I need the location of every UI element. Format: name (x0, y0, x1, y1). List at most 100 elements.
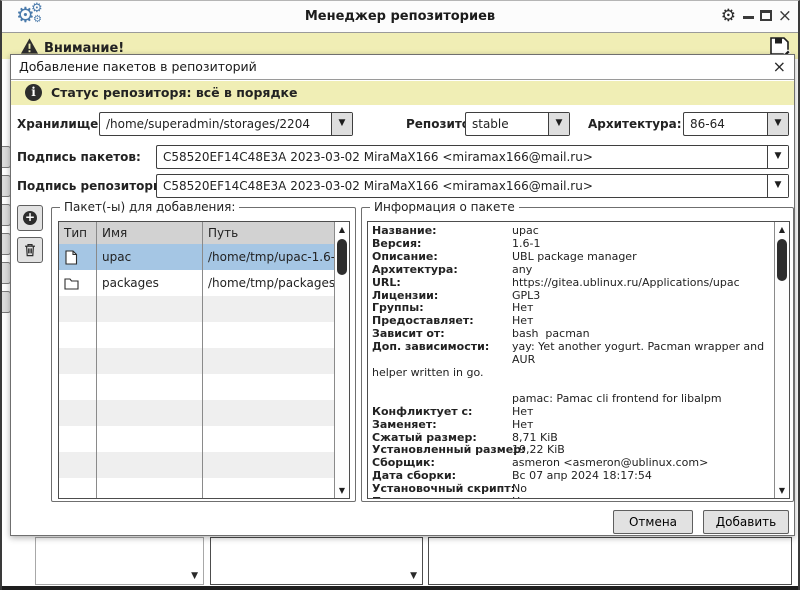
info-value: https://gitea.ublinux.ru/Applications/up… (512, 277, 740, 290)
info-label: Описание: (372, 251, 512, 264)
repository-manager-window: ⚙ ⚙ ⚙ Менеджер репозиториев ⚙ × Внимание… (0, 0, 800, 590)
background-box-right (428, 537, 792, 585)
packages-legend: Пакет(-ы) для добавления: (60, 200, 239, 214)
package-name: packages (97, 270, 203, 296)
plus-icon: + (23, 211, 37, 225)
folder-icon (64, 277, 79, 290)
scroll-down-icon[interactable]: ▼ (775, 483, 789, 498)
folder-icon (59, 270, 97, 296)
info-value: UBL package manager (512, 251, 637, 264)
info-row: helper written in go. (372, 367, 769, 380)
window-title: Менеджер репозиториев (2, 1, 798, 33)
architecture-label: Архитектура: (588, 112, 682, 136)
window-close-button[interactable]: × (778, 1, 792, 33)
status-banner: i Статус репозиторя: всё в порядке (11, 81, 794, 105)
info-label: Заменяет: (372, 419, 512, 432)
cancel-button[interactable]: Отмена (613, 510, 693, 534)
dialog-titlebar: Добавление пакетов в репозиторий × (11, 55, 794, 80)
info-row: Конфликтует с:Нет (372, 406, 769, 419)
table-empty-row[interactable] (59, 296, 336, 322)
info-value: upac (512, 225, 539, 238)
info-row: pamac: Pamac cli frontend for libalpm (372, 393, 769, 406)
scroll-down-icon[interactable]: ▼ (335, 483, 349, 498)
file-icon (64, 250, 78, 265)
info-scrollbar[interactable]: ▲ ▼ (774, 222, 789, 498)
table-empty-row[interactable] (59, 322, 336, 348)
table-empty-row[interactable] (59, 400, 336, 426)
info-value: any (512, 264, 532, 277)
info-row: URL:https://gitea.ublinux.ru/Application… (372, 277, 769, 290)
package-path: /home/tmp/packages (203, 270, 336, 296)
chevron-down-icon[interactable]: ▼ (767, 175, 788, 197)
architecture-combobox[interactable]: 86-64 ▼ (683, 112, 789, 136)
trash-icon (22, 242, 38, 258)
dialog-close-button[interactable]: × (773, 55, 786, 80)
column-header[interactable]: Тип (59, 222, 97, 244)
table-row[interactable]: packages/home/tmp/packages (59, 270, 336, 296)
storage-combobox[interactable]: /home/superadmin/storages/2204 ▼ (99, 112, 353, 136)
info-value: Нет (512, 406, 533, 419)
sign-packages-label: Подпись пакетов: (17, 145, 141, 169)
add-packages-dialog: Добавление пакетов в репозиторий × i Ста… (10, 54, 795, 536)
package-name: upac (97, 244, 203, 270)
info-value: Нет (512, 496, 533, 499)
info-row: Версия:1.6-1 (372, 238, 769, 251)
table-empty-row[interactable] (59, 348, 336, 374)
add-package-button[interactable]: + (17, 205, 43, 231)
package-info-legend: Информация о пакете (370, 200, 519, 214)
scroll-up-icon[interactable]: ▲ (335, 222, 349, 237)
info-label: Доп. зависимости: (372, 341, 512, 367)
maximize-button[interactable] (760, 10, 772, 21)
file-icon (59, 244, 97, 270)
dialog-title: Добавление пакетов в репозиторий (19, 55, 257, 80)
info-value: pamac: Pamac cli frontend for libalpm (512, 393, 722, 406)
minimize-button[interactable] (743, 16, 754, 19)
info-row (372, 380, 769, 393)
chevron-down-icon[interactable]: ▼ (767, 113, 788, 135)
chevron-down-icon[interactable]: ▼ (548, 113, 569, 135)
column-header[interactable]: Путь (203, 222, 336, 244)
info-label: Конфликтует с: (372, 406, 512, 419)
sign-repository-combobox[interactable]: C58520EF14C48E3A 2023-03-02 MiraMaX166 <… (156, 174, 789, 198)
repository-combobox[interactable]: stable ▼ (465, 112, 570, 136)
info-label: Версия: (372, 238, 512, 251)
sign-packages-combobox[interactable]: C58520EF14C48E3A 2023-03-02 MiraMaX166 <… (156, 145, 789, 169)
packages-scrollbar[interactable]: ▲ ▼ (334, 222, 349, 498)
package-path: /home/tmp/upac-1.6-1-any (203, 244, 336, 270)
table-empty-row[interactable] (59, 426, 336, 452)
info-row: Архитектура:any (372, 264, 769, 277)
package-info-panel: Название:upacВерсия:1.6-1Описание:UBL pa… (367, 221, 790, 499)
chevron-down-icon[interactable]: ▼ (331, 113, 352, 135)
table-row[interactable]: upac/home/tmp/upac-1.6-1-any (59, 244, 336, 270)
scrollbar-thumb[interactable] (337, 239, 347, 275)
settings-gear-icon[interactable]: ⚙ (721, 1, 736, 33)
scrollbar-thumb[interactable] (777, 239, 787, 281)
packages-table[interactable]: ТипИмяПуть upac/home/tmp/upac-1.6-1-anyp… (58, 221, 350, 499)
info-value (372, 380, 769, 393)
table-empty-row[interactable] (59, 478, 336, 499)
status-text: Статус репозиторя: всё в порядке (51, 85, 298, 100)
info-label: Проверен: (372, 496, 512, 499)
table-empty-row[interactable] (59, 374, 336, 400)
info-row: Лицензии:GPL3 (372, 290, 769, 303)
add-button[interactable]: Добавить (703, 510, 789, 534)
info-value: helper written in go. (372, 367, 769, 380)
package-info-groupbox: Информация о пакете Название:upacВерсия:… (361, 207, 794, 502)
background-combobox-middle[interactable]: ▼ (210, 537, 423, 585)
info-icon: i (25, 84, 42, 101)
table-header-row: ТипИмяПуть (59, 222, 336, 244)
background-combobox-left[interactable]: ▼ (35, 537, 204, 585)
info-value: Нет (512, 419, 533, 432)
info-label: Название: (372, 225, 512, 238)
table-empty-row[interactable] (59, 452, 336, 478)
info-label (372, 393, 512, 406)
info-label: Архитектура: (372, 264, 512, 277)
scroll-up-icon[interactable]: ▲ (775, 222, 789, 237)
chevron-down-icon[interactable]: ▼ (767, 146, 788, 168)
info-label: URL: (372, 277, 512, 290)
remove-package-button[interactable] (17, 237, 43, 263)
info-value: yay: Yet another yogurt. Pacman wrapper … (512, 341, 769, 367)
column-header[interactable]: Имя (97, 222, 203, 244)
info-row: Проверен:Нет (372, 496, 769, 499)
info-row: Описание:UBL package manager (372, 251, 769, 264)
